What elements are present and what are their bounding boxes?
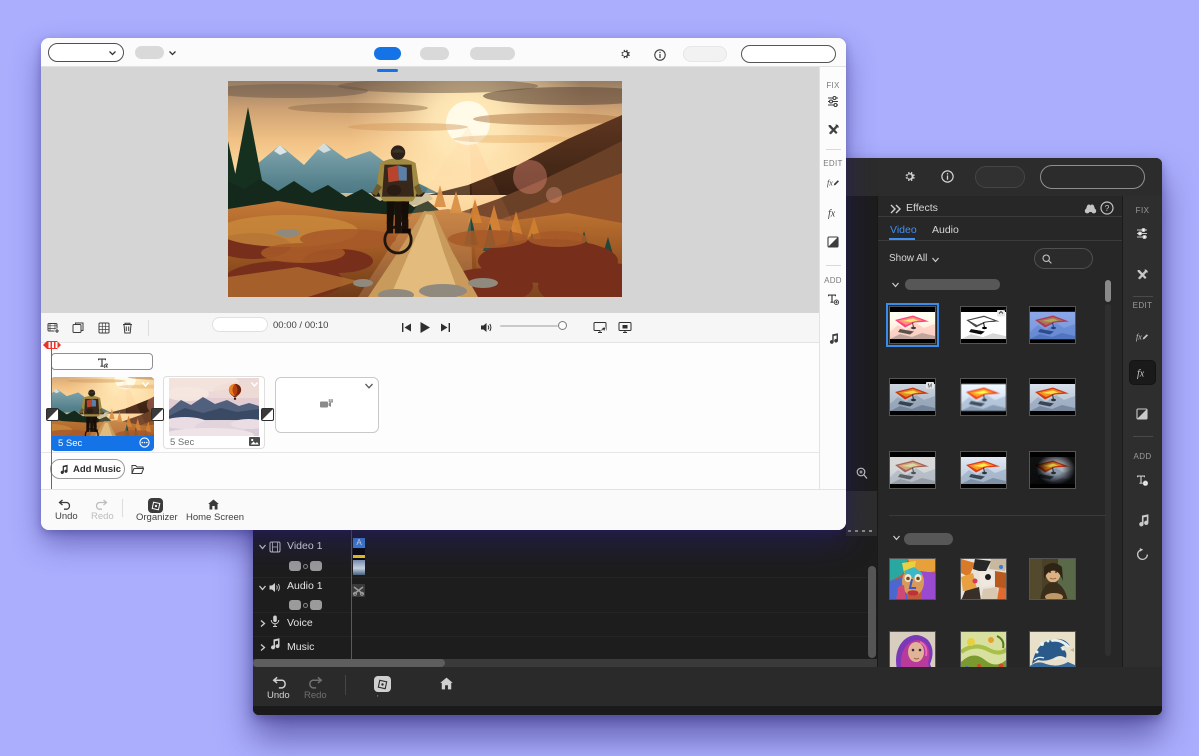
svg-text:M: M — [928, 384, 933, 390]
svg-text:?: ? — [1105, 203, 1110, 213]
